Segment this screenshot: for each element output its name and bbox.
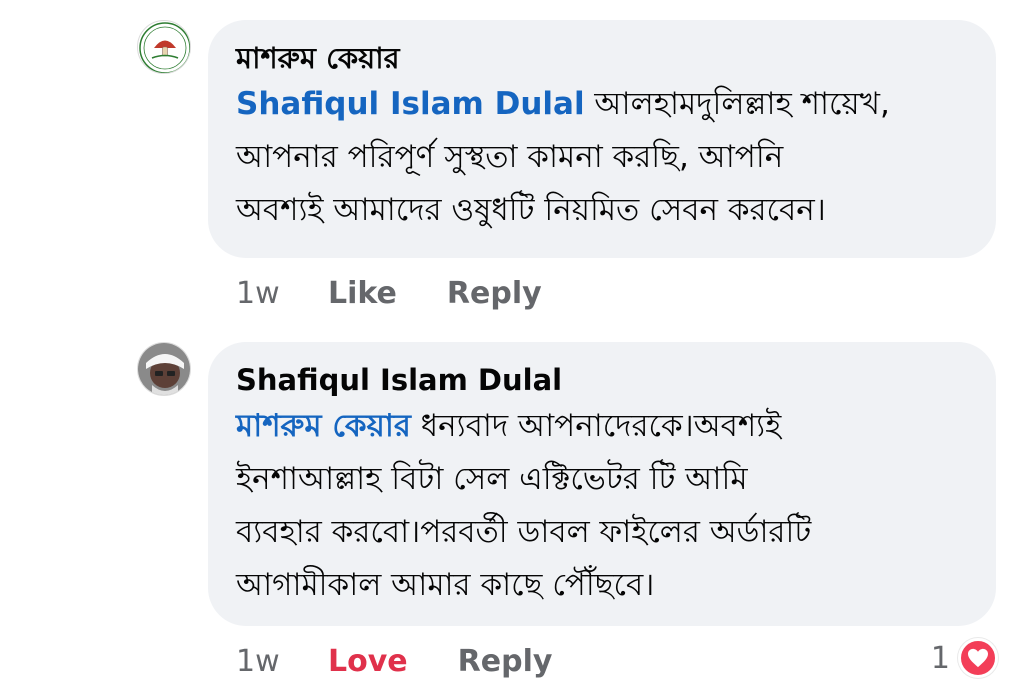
comment-actions: 1w Like Reply (236, 268, 592, 318)
user-avatar[interactable] (137, 342, 191, 396)
reply-button[interactable]: Reply (447, 276, 542, 311)
comment-line: অবশ্যই আমাদের ওষুধটি নিয়মিত সেবন করবেন। (236, 192, 826, 228)
mention-link[interactable]: মাশরুম কেয়ার (236, 408, 411, 444)
comment-author[interactable]: Shafiqul Islam Dulal (236, 360, 968, 400)
mention-link[interactable]: Shafiqul Islam Dulal (236, 86, 585, 122)
comment-timestamp[interactable]: 1w (236, 276, 328, 311)
comment-bubble: Shafiqul Islam Dulal মাশরুম কেয়ার ধন্যব… (208, 342, 996, 626)
comment-line: ব্যবহার করবো।পরবর্তী ডাবল ফাইলের অর্ডারট… (236, 514, 812, 550)
comment-actions: 1w Love Reply (236, 636, 602, 686)
comment-line: আগামীকাল আমার কাছে পৌঁছবে। (236, 567, 655, 603)
comment-text: Shafiqul Islam Dulal আলহামদুলিল্লাহ শায়… (236, 78, 968, 237)
love-button[interactable]: Love (328, 644, 408, 679)
comment-line: ধন্যবাদ আপনাদেরকে।অবশ্যই (410, 408, 782, 444)
mushroom-logo-icon (139, 22, 190, 73)
reaction-count: 1 (930, 640, 950, 676)
comment-text: মাশরুম কেয়ার ধন্যবাদ আপনাদেরকে।অবশ্যই ই… (236, 400, 968, 612)
like-button[interactable]: Like (328, 276, 397, 311)
reaction-summary[interactable]: 1 (931, 638, 998, 678)
heart-icon (958, 638, 998, 678)
comment-line: ইনশাআল্লাহ বিটা সেল এক্টিভেটর টি আমি (236, 461, 748, 497)
comment-author[interactable]: মাশরুম কেয়ার (236, 38, 968, 78)
comment-timestamp[interactable]: 1w (236, 644, 328, 679)
mushroom-care-avatar[interactable] (137, 20, 191, 74)
profile-photo-icon (138, 343, 190, 395)
comment-line: আপনার পরিপূর্ণ সুস্থতা কামনা করছি, আপনি (236, 139, 784, 175)
reply-button[interactable]: Reply (458, 644, 553, 679)
comment-line: আলহামদুলিল্লাহ শায়েখ, (584, 86, 890, 122)
comment-bubble: মাশরুম কেয়ার Shafiqul Islam Dulal আলহাম… (208, 20, 996, 258)
